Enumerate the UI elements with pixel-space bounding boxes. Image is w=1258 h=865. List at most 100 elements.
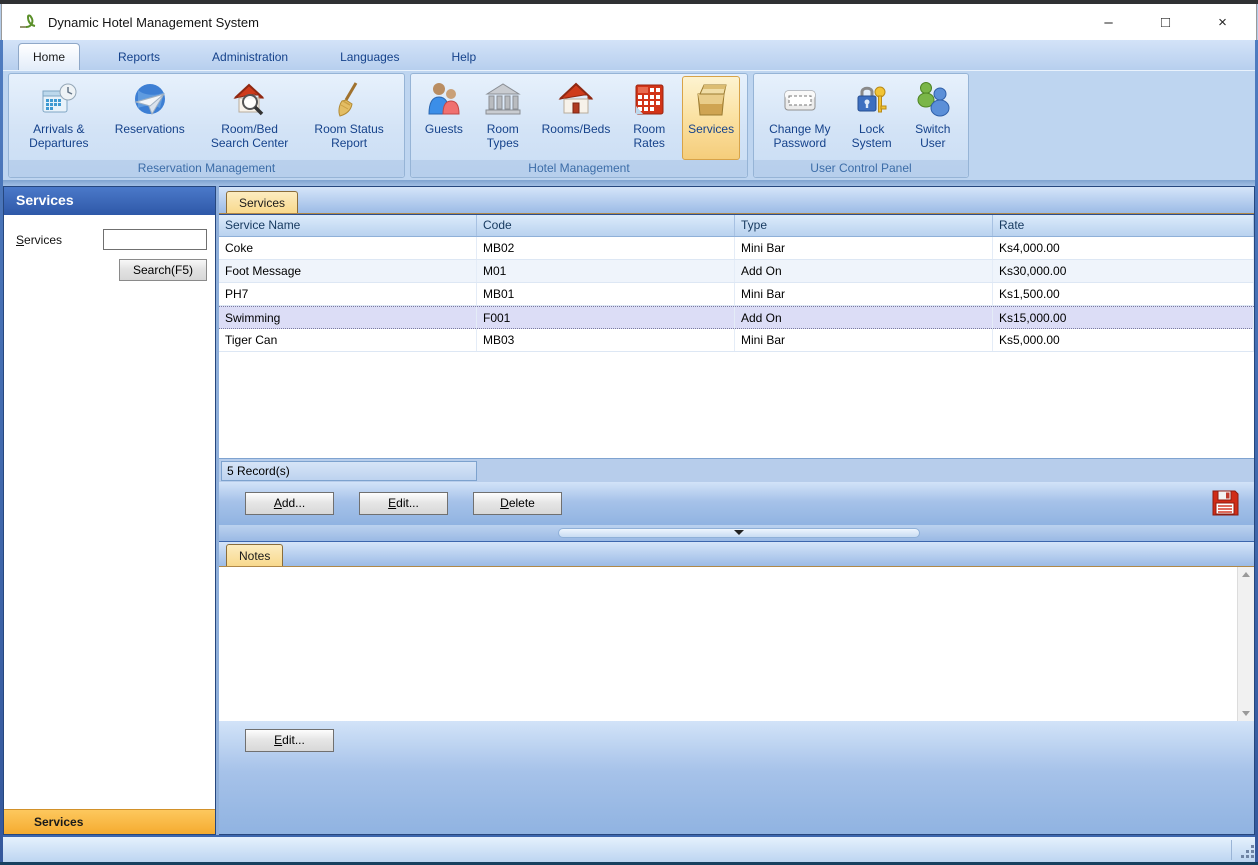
- table-row[interactable]: PH7 MB01 Mini Bar Ks1,500.00: [219, 283, 1254, 306]
- record-count-bar: 5 Record(s): [219, 458, 1254, 482]
- bank-icon: [483, 80, 523, 120]
- tab-reports[interactable]: Reports: [104, 44, 174, 70]
- table-empty-area: [219, 352, 1254, 458]
- ribbon-button-room-bed-search-center[interactable]: Room/Bed Search Center: [205, 76, 294, 154]
- search-field-label: Services: [16, 233, 103, 247]
- ribbon-button-label: Room/Bed Search Center: [211, 123, 288, 151]
- ribbon-button-label: Room Status Report: [314, 123, 383, 151]
- tab-languages[interactable]: Languages: [326, 44, 413, 70]
- ribbon-button-label: Switch User: [915, 123, 950, 151]
- ribbon-button-label: Lock System: [852, 123, 892, 151]
- document-tab-strip: Services: [219, 187, 1254, 214]
- ribbon-button-label: Change My Password: [769, 123, 830, 151]
- cell-service-name: Tiger Can: [219, 329, 477, 351]
- tab-notes[interactable]: Notes: [226, 544, 283, 566]
- maximize-button[interactable]: □: [1142, 4, 1189, 40]
- group-hotel-management: Guests Room Types: [410, 73, 748, 178]
- splitter-collapse-handle[interactable]: [558, 528, 920, 538]
- column-header-code[interactable]: Code: [477, 215, 735, 236]
- ribbon-button-switch-user[interactable]: Switch User: [907, 76, 959, 154]
- calendar-clock-icon: [39, 80, 79, 120]
- house-icon: [556, 80, 596, 120]
- sidebar-title: Services: [4, 187, 215, 215]
- cell-code: M01: [477, 260, 735, 282]
- red-calendar-icon: [629, 80, 669, 120]
- notes-tab-strip: Notes: [219, 541, 1254, 567]
- ribbon-button-lock-system[interactable]: Lock System: [846, 76, 898, 154]
- ribbon-button-label: Guests: [425, 123, 463, 137]
- ribbon: Arrivals & Departures Reservations: [3, 70, 1255, 180]
- cell-service-name: Foot Message: [219, 260, 477, 282]
- ribbon-button-rooms-beds[interactable]: Rooms/Beds: [536, 76, 617, 140]
- ribbon-button-label: Services: [688, 123, 734, 137]
- tab-help[interactable]: Help: [437, 44, 490, 70]
- title-bar: Dynamic Hotel Management System – □ ×: [1, 4, 1257, 40]
- close-button[interactable]: ×: [1199, 4, 1246, 40]
- table-row[interactable]: Coke MB02 Mini Bar Ks4,000.00: [219, 237, 1254, 260]
- edit-button[interactable]: Edit...: [359, 492, 448, 515]
- cell-rate: Ks4,000.00: [993, 237, 1254, 259]
- lock-key-icon: [852, 80, 892, 120]
- column-header-service-name[interactable]: Service Name: [219, 215, 477, 236]
- search-input[interactable]: [103, 229, 207, 250]
- ribbon-button-room-rates[interactable]: Room Rates: [623, 76, 675, 154]
- tab-home[interactable]: Home: [18, 43, 80, 70]
- tab-administration[interactable]: Administration: [198, 44, 302, 70]
- delete-button[interactable]: Delete: [473, 492, 562, 515]
- window-title: Dynamic Hotel Management System: [48, 15, 259, 30]
- ribbon-button-label: Room Rates: [633, 123, 665, 151]
- ribbon-button-change-my-password[interactable]: Change My Password: [763, 76, 836, 154]
- people-icon: [424, 80, 464, 120]
- ribbon-button-label: Room Types: [487, 123, 519, 151]
- notes-textarea[interactable]: [219, 567, 1237, 721]
- column-header-rate[interactable]: Rate: [993, 215, 1254, 236]
- ribbon-button-guests[interactable]: Guests: [418, 76, 470, 140]
- cell-type: Mini Bar: [735, 329, 993, 351]
- table-row[interactable]: Foot Message M01 Add On Ks30,000.00: [219, 260, 1254, 283]
- table-row[interactable]: Tiger Can MB03 Mini Bar Ks5,000.00: [219, 329, 1254, 352]
- minimize-button[interactable]: –: [1085, 4, 1132, 40]
- group-caption: Hotel Management: [411, 160, 747, 177]
- navigation-sidebar: Services Services Search(F5) Services: [3, 186, 216, 835]
- status-bar-divider: [1231, 840, 1232, 860]
- group-reservation-management: Arrivals & Departures Reservations: [8, 73, 405, 178]
- resize-grip[interactable]: [1239, 843, 1255, 859]
- ribbon-button-arrivals-departures[interactable]: Arrivals & Departures: [23, 76, 94, 154]
- notes-edit-button[interactable]: Edit...: [245, 729, 334, 752]
- scroll-up-icon[interactable]: [1242, 572, 1250, 577]
- table-row-selected[interactable]: Swimming F001 Add On Ks15,000.00: [219, 306, 1254, 329]
- cell-rate: Ks5,000.00: [993, 329, 1254, 351]
- horizontal-splitter: [219, 525, 1254, 541]
- broom-icon: [329, 80, 369, 120]
- cell-rate: Ks1,500.00: [993, 283, 1254, 305]
- ribbon-button-room-status-report[interactable]: Room Status Report: [308, 76, 389, 154]
- ribbon-button-reservations[interactable]: Reservations: [109, 76, 191, 140]
- group-user-control-panel: Change My Password Lock System: [753, 73, 969, 178]
- notes-scrollbar[interactable]: [1237, 567, 1254, 721]
- notes-action-bar: Edit...: [219, 721, 1254, 835]
- ribbon-button-room-types[interactable]: Room Types: [477, 76, 529, 154]
- ribbon-button-services[interactable]: Services: [682, 76, 740, 160]
- cell-code: MB03: [477, 329, 735, 351]
- tab-services-document[interactable]: Services: [226, 191, 298, 213]
- ribbon-button-label: Rooms/Beds: [542, 123, 611, 137]
- cell-service-name: Coke: [219, 237, 477, 259]
- group-caption: Reservation Management: [9, 160, 404, 177]
- save-export-icon[interactable]: [1210, 488, 1240, 518]
- add-button[interactable]: Add...: [245, 492, 334, 515]
- main-panel: Services Service Name Code Type Rate Cok…: [219, 186, 1255, 835]
- password-box-icon: [780, 80, 820, 120]
- scroll-down-icon[interactable]: [1242, 711, 1250, 716]
- record-count: 5 Record(s): [221, 461, 477, 481]
- window-left-border: [0, 40, 3, 862]
- cell-rate: Ks30,000.00: [993, 260, 1254, 282]
- column-header-type[interactable]: Type: [735, 215, 993, 236]
- globe-icon: [130, 80, 170, 120]
- ribbon-button-label: Reservations: [115, 123, 185, 137]
- cell-service-name: PH7: [219, 283, 477, 305]
- sidebar-footer-services[interactable]: Services: [4, 809, 215, 834]
- search-button[interactable]: Search(F5): [119, 259, 207, 281]
- notes-panel: [219, 567, 1254, 721]
- cell-type: Mini Bar: [735, 237, 993, 259]
- window-controls: – □ ×: [1085, 4, 1256, 40]
